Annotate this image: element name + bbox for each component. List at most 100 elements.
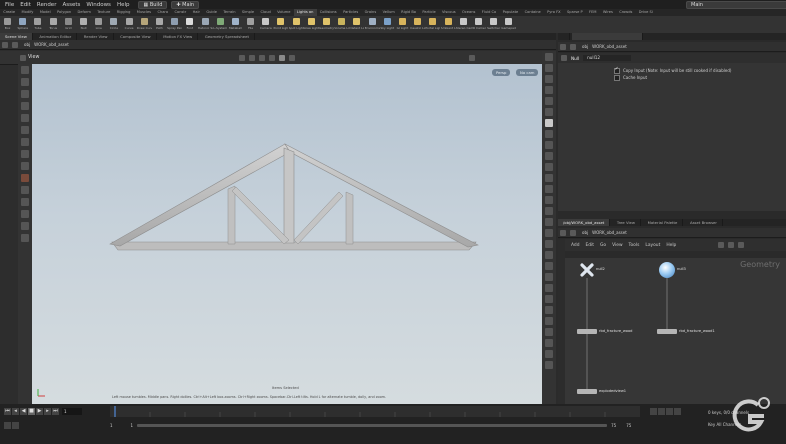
shelf-tool-button[interactable]: Environment Light	[365, 16, 380, 33]
net-menu-edit[interactable]: Edit	[586, 243, 595, 248]
display-icon-5[interactable]	[545, 97, 553, 105]
tab-parameters[interactable]	[571, 33, 643, 40]
shelf-tab[interactable]: Modify	[18, 9, 36, 16]
display-icon-4[interactable]	[545, 86, 553, 94]
tab-motion-fx-view[interactable]: Motion FX View	[158, 33, 199, 40]
net-option-icon-2[interactable]	[728, 242, 735, 248]
audio-icon[interactable]	[658, 408, 665, 415]
stop-icon[interactable]: ■	[28, 408, 35, 415]
shelf-tool-button[interactable]: Font	[182, 16, 197, 33]
display-icon-20[interactable]	[545, 262, 553, 270]
shelf-tab[interactable]: Model	[37, 9, 54, 16]
gear-icon[interactable]	[561, 55, 567, 61]
display-icon-21[interactable]	[545, 273, 553, 281]
select-tool-icon[interactable]	[21, 66, 29, 74]
display-options-icon[interactable]	[279, 54, 286, 61]
light-tool-icon[interactable]	[21, 222, 29, 230]
net-forward-icon[interactable]	[570, 229, 576, 236]
shelf-tool-button[interactable]: L-System	[213, 16, 228, 33]
display-icon-10[interactable]	[545, 152, 553, 160]
tab-composite-view[interactable]: Composite View	[115, 33, 157, 40]
desktop-selector[interactable]: ▦ Build	[138, 0, 168, 9]
shelf-tool-button[interactable]: Caustic Light	[410, 16, 425, 33]
node-name-field[interactable]: null12	[583, 55, 632, 61]
display-icon-24[interactable]	[545, 306, 553, 314]
display-icon-27[interactable]	[545, 339, 553, 347]
shelf-tab[interactable]: Populate	[499, 9, 521, 16]
render-region-icon[interactable]	[21, 186, 29, 194]
truss-model[interactable]	[32, 64, 542, 404]
menu-help[interactable]: Help	[114, 2, 133, 8]
snap-tool-icon[interactable]	[21, 162, 29, 170]
display-icon-1[interactable]	[545, 53, 553, 61]
shelf-tab[interactable]: Simple	[239, 9, 258, 16]
shelf-tool-button[interactable]: Sphere	[15, 16, 30, 33]
forward-icon[interactable]	[12, 41, 18, 48]
magnet-tool-icon[interactable]	[21, 174, 29, 182]
key-icon[interactable]	[666, 408, 673, 415]
shelf-tab[interactable]: Deform	[74, 9, 94, 16]
node-null2[interactable]	[580, 263, 594, 277]
right-context-selector[interactable]: Main	[686, 0, 786, 9]
move-tool-icon[interactable]	[21, 78, 29, 86]
shelf-tab[interactable]: Containe	[521, 9, 543, 16]
shelf-tab[interactable]: Collisions	[317, 9, 340, 16]
display-icon-11[interactable]	[545, 163, 553, 171]
menu-windows[interactable]: Windows	[83, 2, 114, 8]
net-menu-view[interactable]: View	[612, 243, 622, 248]
shelf-tool-button[interactable]: Draw Curve	[137, 16, 152, 33]
display-icon-22[interactable]	[545, 284, 553, 292]
tab-scene-view[interactable]: Scene View	[0, 33, 33, 40]
shelf-tool-button[interactable]: Ambient Light	[440, 16, 456, 33]
shelf-tab[interactable]: Rigging	[114, 9, 134, 16]
context-selector[interactable]: ✚ Main	[171, 0, 200, 9]
param-forward-icon[interactable]	[570, 43, 576, 50]
display-icon-17[interactable]	[545, 229, 553, 237]
display-icon-25[interactable]	[545, 317, 553, 325]
shelf-tool-button[interactable]: Tube	[30, 16, 45, 33]
shelf-tab[interactable]: Sparse P	[564, 9, 586, 16]
net-option-icon-1[interactable]	[718, 242, 725, 248]
range-start-2[interactable]: 1	[131, 423, 134, 428]
tab-material-palette[interactable]: Material Palette	[643, 219, 684, 226]
display-icon-26[interactable]	[545, 328, 553, 336]
net-menu-layout[interactable]: Layout	[645, 243, 660, 248]
copy-input-checkbox[interactable]	[614, 66, 620, 74]
frame-ruler[interactable]	[110, 406, 640, 417]
tab-animation-editor[interactable]: Animation Editor	[34, 33, 78, 40]
viewport-3d[interactable]: Persp No cam Items Selected Left mouse t…	[32, 64, 542, 404]
snap-icon[interactable]	[239, 54, 246, 61]
net-menu-help[interactable]: Help	[666, 243, 676, 248]
shelf-tab[interactable]: Viscous	[439, 9, 459, 16]
shelf-tab[interactable]: Pyro FX	[544, 9, 564, 16]
display-icon-28[interactable]	[545, 350, 553, 358]
shelf-tool-button[interactable]: Sky Light	[380, 16, 395, 33]
display-icon-23[interactable]	[545, 295, 553, 303]
tab-blank[interactable]	[558, 33, 571, 40]
tab-geometry-spreadsheet[interactable]: Geometry Spreadsheet	[200, 33, 255, 40]
range-end-1[interactable]: 75	[611, 423, 616, 428]
snap-prim-icon[interactable]	[259, 54, 266, 61]
shelf-tab[interactable]: Constr	[171, 9, 189, 16]
net-path-asset[interactable]: WORK_obd_asset	[592, 230, 627, 235]
shelf-tool-button[interactable]: Switcher	[486, 16, 501, 33]
shelf-tool-button[interactable]: Spray Paint	[167, 16, 182, 33]
camera-options-icon[interactable]	[289, 54, 296, 61]
range-end-2[interactable]: 75	[626, 423, 631, 428]
node-rbd-fracture-wood[interactable]	[577, 329, 597, 334]
display-icon-2[interactable]	[545, 64, 553, 72]
shelf-tool-button[interactable]: Spot Light	[289, 16, 304, 33]
display-icon-3[interactable]	[545, 75, 553, 83]
view-tool-icon[interactable]	[21, 138, 29, 146]
shelf-tab[interactable]: Lights an	[293, 9, 317, 16]
shelf-tab[interactable]: Vellum	[379, 9, 398, 16]
shelf-tab[interactable]: Texture	[94, 9, 114, 16]
shelf-tool-button[interactable]: VR Camera	[471, 16, 486, 33]
snap-point-icon[interactable]	[269, 54, 276, 61]
shelf-tool-button[interactable]: Volume Light	[334, 16, 349, 33]
shelf-tool-button[interactable]: Line	[91, 16, 106, 33]
tab-render-view[interactable]: Render View	[79, 33, 114, 40]
shelf-tool-button[interactable]: Curve	[122, 16, 137, 33]
shelf-tool-button[interactable]: Torus	[46, 16, 61, 33]
shelf-tab[interactable]: Oceans	[459, 9, 479, 16]
